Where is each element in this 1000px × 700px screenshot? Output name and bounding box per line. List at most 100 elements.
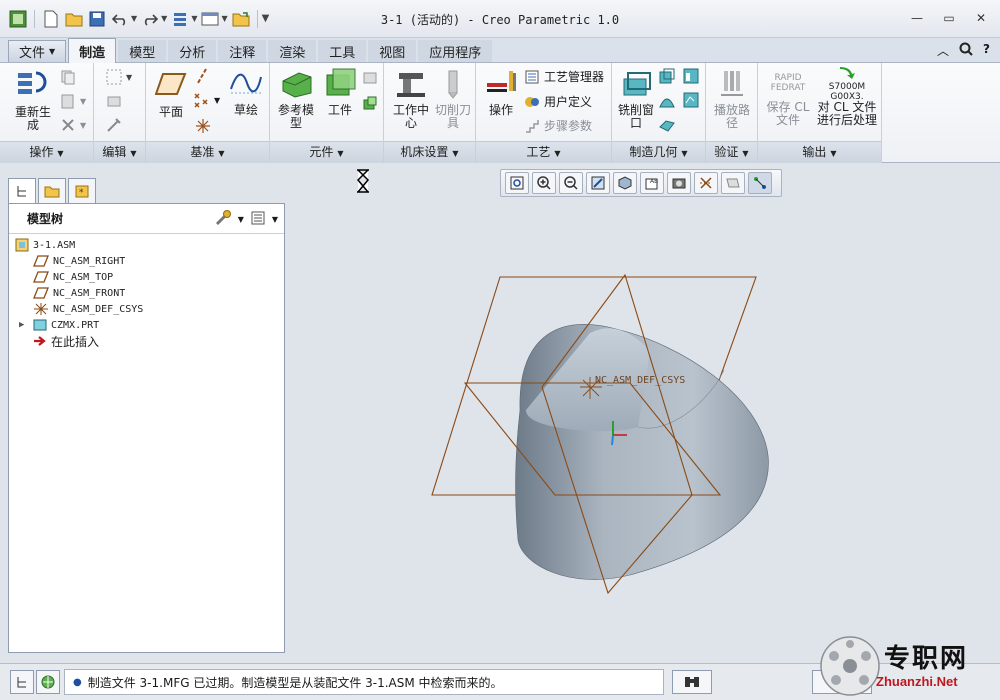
datum-point-icon[interactable]: ▼ [192, 91, 220, 109]
help-icon[interactable]: ? [983, 42, 990, 59]
minimize-icon[interactable]: — [908, 10, 926, 26]
mill-volume-icon[interactable] [658, 67, 676, 85]
datum-display-filter-icon[interactable] [694, 172, 718, 194]
app-icon[interactable] [8, 9, 28, 29]
tab-applications[interactable]: 应用程序 [418, 40, 493, 62]
graphics-window[interactable]: NC_ASM_DEF_CSYS [290, 165, 1000, 655]
create-workpiece-icon[interactable] [362, 95, 378, 111]
search-icon[interactable] [959, 42, 973, 59]
toggle-browser-icon[interactable] [36, 670, 60, 694]
drill-group-icon[interactable] [658, 91, 676, 109]
play-path-button[interactable]: 播放路径 [710, 69, 754, 130]
reference-model-button[interactable]: 参考模型 [274, 67, 318, 130]
group-label-operations[interactable]: 操作 ▼ [0, 141, 93, 163]
plane-button[interactable]: 平面 [150, 71, 192, 119]
regenerate-small-icon[interactable] [170, 9, 190, 29]
step-parameters-button[interactable]: 步骤参数 [524, 117, 592, 134]
group-label-output[interactable]: 输出 ▼ [758, 141, 881, 163]
group-label-machine-setup[interactable]: 机床设置 ▼ [384, 141, 475, 163]
tree-filters-icon[interactable] [250, 210, 266, 229]
group-label-components[interactable]: 元件 ▼ [270, 141, 383, 163]
turn-profile-icon[interactable] [682, 91, 700, 109]
zoom-out-icon[interactable] [559, 172, 583, 194]
find-icon[interactable] [672, 670, 712, 694]
tab-model-tree[interactable] [8, 178, 36, 204]
mirror-icon[interactable] [106, 93, 122, 109]
redo-icon[interactable] [140, 9, 160, 29]
customize-toolbar-icon[interactable]: ▼ [262, 13, 270, 24]
paste-icon[interactable]: ▼ [60, 93, 86, 109]
tree-item-datum-plane[interactable]: NC_ASM_TOP [33, 269, 113, 285]
repaint-icon[interactable] [586, 172, 610, 194]
tab-folder-browser[interactable] [38, 178, 66, 204]
tab-favorites[interactable]: * [68, 178, 96, 204]
tab-file[interactable]: 文件 ▼ [8, 40, 67, 62]
group-label-verify[interactable]: 验证 ▼ [706, 141, 757, 163]
workpiece-button[interactable]: 工件 [320, 67, 360, 117]
tab-manufacturing[interactable]: 制造 [68, 38, 117, 63]
assemble-icon[interactable] [362, 69, 378, 85]
operation-button[interactable]: 操作 [480, 69, 522, 117]
mill-surface-icon[interactable] [682, 67, 700, 85]
tree-settings-icon[interactable] [214, 209, 232, 230]
tab-analysis[interactable]: 分析 [168, 40, 217, 62]
post-process-cl-button[interactable]: S7000M G00X3. 对 CL 文件进行后处理 [814, 67, 880, 127]
copy-icon[interactable] [60, 69, 76, 85]
toolpath-display-icon[interactable] [748, 172, 772, 194]
process-manager-button[interactable]: 工艺管理器 [524, 68, 604, 85]
windows-dropdown-icon[interactable]: ▼ [221, 14, 227, 23]
sketch-button[interactable]: 草绘 [226, 69, 266, 117]
stock-boundary-icon[interactable] [658, 117, 676, 135]
tree-filters-dropdown-icon[interactable]: ▼ [272, 215, 278, 224]
undo-icon[interactable] [110, 9, 130, 29]
toggle-navigator-icon[interactable] [10, 670, 34, 694]
tree-item-datum-plane[interactable]: NC_ASM_RIGHT [33, 253, 125, 269]
close-icon[interactable]: ✕ [972, 10, 990, 26]
group-label-mfg-geometry[interactable]: 制造几何 ▼ [612, 141, 705, 163]
regenerate-button[interactable]: 重新生成 [10, 67, 56, 132]
delete-icon[interactable]: ▼ [60, 117, 86, 133]
edit-definition-icon[interactable] [106, 117, 122, 133]
datum-axis-icon[interactable] [194, 67, 210, 85]
tree-item-part[interactable]: ▶ CZMX.PRT [19, 317, 99, 333]
display-style-icon[interactable] [613, 172, 637, 194]
redo-dropdown-icon[interactable]: ▼ [161, 14, 167, 23]
view-manager-icon[interactable] [667, 172, 691, 194]
close-window-folder-icon[interactable] [231, 9, 251, 29]
tree-settings-dropdown-icon[interactable]: ▼ [238, 215, 244, 224]
refit-icon[interactable] [505, 172, 529, 194]
part-model[interactable] [515, 324, 769, 580]
mill-window-button[interactable]: 铣削窗口 [616, 69, 656, 130]
collapse-ribbon-icon[interactable]: ︿ [937, 42, 949, 59]
tree-item-csys[interactable]: NC_ASM_DEF_CSYS [33, 301, 143, 317]
tree-item-datum-plane[interactable]: NC_ASM_FRONT [33, 285, 125, 301]
save-icon[interactable] [87, 9, 107, 29]
tree-item-assembly[interactable]: 3-1.ASM [15, 237, 75, 253]
undo-dropdown-icon[interactable]: ▼ [131, 14, 137, 23]
datum-csys-icon[interactable] [194, 117, 212, 135]
tab-annotate[interactable]: 注释 [218, 40, 267, 62]
group-label-datum[interactable]: 基准 ▼ [146, 141, 269, 163]
tab-model[interactable]: 模型 [118, 40, 167, 62]
windows-icon[interactable] [200, 9, 220, 29]
saved-views-icon[interactable]: AB [640, 172, 664, 194]
maximize-icon[interactable]: ▭ [940, 10, 958, 26]
tab-render[interactable]: 渲染 [268, 40, 317, 62]
new-file-icon[interactable] [41, 9, 61, 29]
annotation-display-icon[interactable] [721, 172, 745, 194]
expand-arrow-icon[interactable]: ▶ [19, 320, 33, 330]
work-center-button[interactable]: 工作中心 [388, 69, 434, 130]
zoom-in-icon[interactable] [532, 172, 556, 194]
open-folder-icon[interactable] [64, 9, 84, 29]
model-viewport[interactable]: NC_ASM_DEF_CSYS [290, 165, 1000, 655]
pattern-icon[interactable]: ▼ [106, 69, 132, 85]
regenerate-dropdown-icon[interactable]: ▼ [191, 14, 197, 23]
user-defined-button[interactable]: 用户定义 [524, 93, 592, 110]
group-label-edit[interactable]: 编辑 ▼ [94, 141, 145, 163]
save-cl-file-button[interactable]: RAPID FEDRAT 保存 CL 文件 [762, 67, 814, 127]
cutting-tool-button[interactable]: 切削刀具 [434, 69, 472, 130]
group-label-process[interactable]: 工艺 ▼ [476, 141, 611, 163]
tree-item-insert-here[interactable]: 在此插入 [33, 333, 99, 349]
tab-view[interactable]: 视图 [368, 40, 417, 62]
tab-tools[interactable]: 工具 [318, 40, 367, 62]
